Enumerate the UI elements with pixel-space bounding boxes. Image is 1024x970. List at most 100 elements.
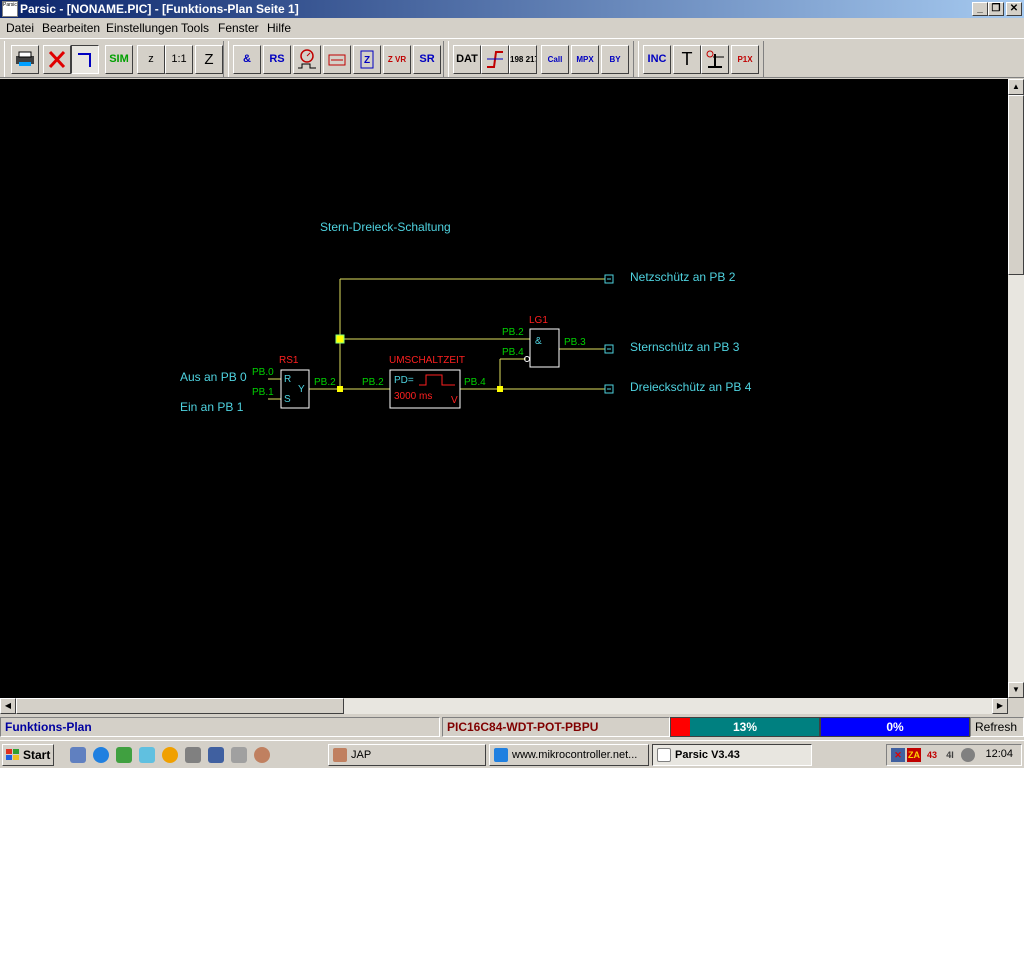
block-name-umschaltzeit: UMSCHALTZEIT [389,355,465,366]
editor-icon[interactable] [139,747,155,763]
pin-label: PB.4 [502,347,524,358]
wire-tool-icon[interactable] [71,45,99,74]
terminal-icon[interactable] [701,45,729,74]
timer-icon[interactable] [293,45,321,74]
media-player-icon[interactable] [162,747,178,763]
status-bar: Funktions-Plan PIC16C84-WDT-POT-PBPU 13%… [0,716,1024,738]
clock: 12:04 [985,748,1013,760]
menu-bearbeiten[interactable]: Bearbeiten [42,21,100,35]
title-bar[interactable]: Parsic Parsic - [NONAME.PIC] - [Funktion… [0,0,1024,18]
progress-fill [671,718,691,736]
pin-label: PB.2 [314,377,336,388]
network-icon[interactable] [208,747,224,763]
delete-icon[interactable] [43,45,71,74]
call-button[interactable]: Call [541,45,569,74]
zoom-in-button[interactable]: Z [195,45,223,74]
shift-register-button[interactable]: SR [413,45,441,74]
scroll-corner [1008,698,1024,714]
tray-app-icon[interactable]: 4I [943,748,957,762]
increment-button[interactable]: INC [643,45,671,74]
zoom-out-button[interactable]: z [137,45,165,74]
toolbar-group-blocks: & RS Z Z VR SR [228,41,444,77]
vertical-scrollbar[interactable]: ▲ ▼ [1008,79,1024,698]
refresh-button[interactable]: Refresh [970,717,1024,737]
scroll-up-icon[interactable]: ▲ [1008,79,1024,95]
taskbar-button-parsic[interactable]: Parsic V3.43 [652,744,812,766]
tool-icon[interactable] [185,747,201,763]
horizontal-scroll-thumb[interactable] [16,698,344,714]
and-block-button[interactable]: & [233,45,261,74]
app-icon[interactable] [116,747,132,763]
zoom-normal-button[interactable]: 1:1 [165,45,193,74]
taskbar-button-browser[interactable]: www.mikrocontroller.net... [489,744,649,766]
input-label-aus: Aus an PB 0 [180,370,247,384]
zonealarm-icon[interactable]: ZA [907,748,921,762]
pin-label: PB.2 [362,377,384,388]
and-gate-block[interactable] [529,328,560,368]
data-button[interactable]: DAT [453,45,481,74]
browser-icon [494,748,508,762]
compare-icon[interactable] [481,45,509,74]
menu-einstellungen[interactable]: Einstellungen [106,21,178,35]
toolbar-group-misc: INC T P1X [638,41,764,77]
menu-tools[interactable]: Tools [181,21,209,35]
rs-s-input: S [284,394,291,405]
jap-icon[interactable] [254,747,270,763]
table-button[interactable]: 198 217 [509,45,537,74]
start-label: Start [23,748,51,762]
counter-vr-button[interactable]: Z VR [383,45,411,74]
rs-r-input: R [284,374,292,385]
block-name-lg1: LG1 [529,315,548,326]
jap-icon [333,748,347,762]
byte-button[interactable]: BY [601,45,629,74]
task-label: JAP [351,749,372,761]
browser-icon[interactable] [93,747,109,763]
scroll-left-icon[interactable]: ◀ [0,698,16,714]
app-icon[interactable]: Parsic [2,1,18,17]
input-label-ein: Ein an PB 1 [180,400,244,414]
junction-node[interactable] [337,386,343,392]
restore-button[interactable]: ❐ [988,2,1004,16]
simulation-button[interactable]: SIM [105,45,133,74]
timer-time-value[interactable]: 3000 ms [394,391,432,403]
start-button[interactable]: Start [2,744,54,766]
task-label: Parsic V3.43 [675,749,740,761]
menu-hilfe[interactable]: Hilfe [267,21,291,35]
horizontal-scrollbar[interactable]: ◀ ▶ [0,698,1008,714]
network-status-icon[interactable]: ✕ [891,748,905,762]
junction-node[interactable] [497,386,503,392]
menu-fenster[interactable]: Fenster [218,21,259,35]
taskbar: Start JAP www.mikrocontroller.net... Par… [0,740,1024,768]
pulse-icon[interactable] [323,45,351,74]
scroll-right-icon[interactable]: ▶ [992,698,1008,714]
pin-label: PB.1 [252,387,274,398]
scroll-down-icon[interactable]: ▼ [1008,682,1024,698]
taskbar-button-jap[interactable]: JAP [328,744,486,766]
p1x-button[interactable]: P1X [731,45,759,74]
tray-app-icon[interactable]: 43 [925,748,939,762]
function-plan-canvas[interactable]: Stern-Dreieck-Schaltung Aus an PB 0 Ein … [0,79,1008,698]
pin-label: PB.3 [564,337,586,348]
junction-node[interactable] [335,334,345,344]
menu-datei[interactable]: Datei [6,21,34,35]
menu-bar: Datei Bearbeiten Einstellungen Tools Fen… [0,18,1024,38]
pin-label: PB.2 [502,327,524,338]
pulse-symbol [419,374,455,386]
text-tool-button[interactable]: T [673,45,701,74]
output-label-netzschuetz: Netzschütz an PB 2 [630,270,736,284]
multiplexer-button[interactable]: MPX [571,45,599,74]
windows-logo-icon [6,749,19,760]
rs-block-button[interactable]: RS [263,45,291,74]
file-icon[interactable] [231,747,247,763]
output-label-sternschuetz: Sternschütz an PB 3 [630,340,740,354]
printer-icon[interactable] [11,45,39,74]
vertical-scroll-thumb[interactable] [1008,95,1024,275]
and-operator-label: & [535,336,542,347]
minimize-button[interactable]: _ [972,2,988,16]
close-button[interactable]: ✕ [1006,2,1022,16]
counter-block-icon[interactable]: Z [353,45,381,74]
timer-v-output: V [451,395,458,406]
desktop-icon[interactable] [70,747,86,763]
volume-icon[interactable] [961,748,975,762]
status-device: PIC16C84-WDT-POT-PBPU [442,717,670,737]
